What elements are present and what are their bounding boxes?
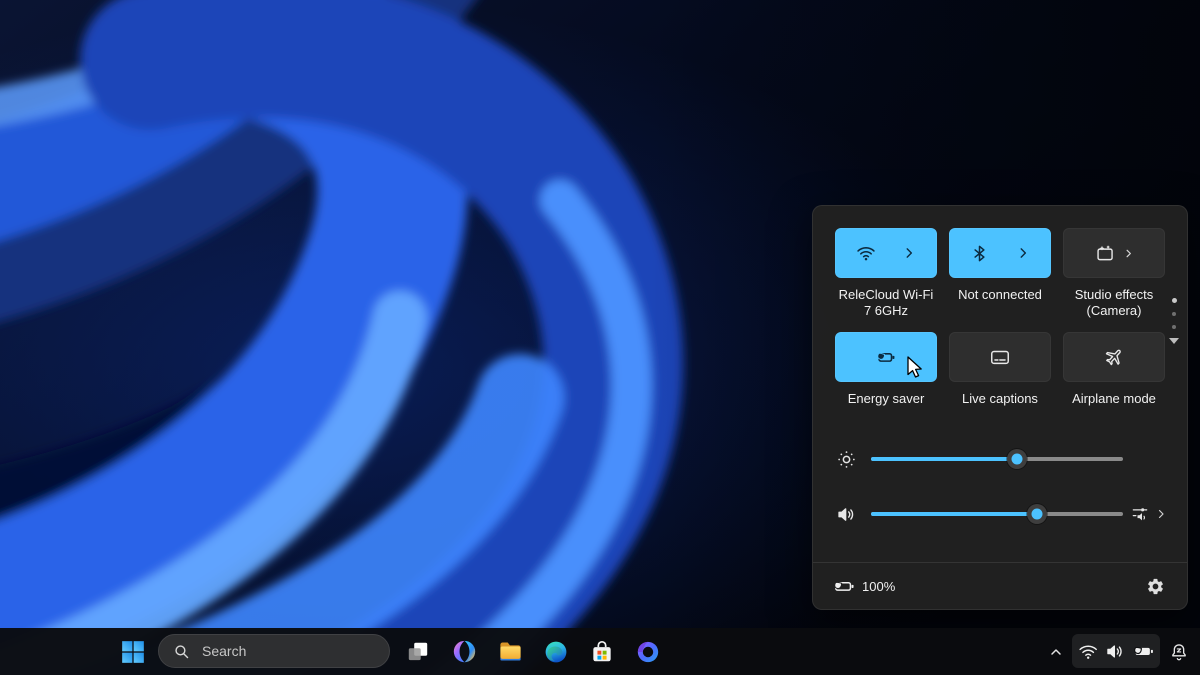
wifi-expand-chevron-icon[interactable]: [902, 246, 916, 260]
studio-effects-tile[interactable]: [1063, 228, 1165, 278]
pager-dot: [1172, 325, 1176, 329]
brightness-sun-icon: [837, 450, 855, 468]
live-captions-tile[interactable]: [949, 332, 1051, 382]
quick-settings-footer: 100%: [813, 562, 1187, 609]
slider-fill: [871, 457, 1018, 461]
tray-overflow-chevron-button[interactable]: [1038, 631, 1074, 672]
bluetooth-tile-label: Not connected: [958, 287, 1042, 302]
wifi-icon: [857, 247, 875, 261]
studio-effects-icon: [1096, 245, 1113, 260]
copilot-icon: [453, 640, 475, 663]
microsoft-store-button[interactable]: [581, 631, 623, 672]
microsoft-store-icon: [593, 640, 611, 661]
edit-quick-settings-gear-button[interactable]: [1142, 573, 1169, 600]
tray-volume-icon: [1107, 644, 1122, 658]
slider-fill: [871, 512, 1038, 516]
search-input[interactable]: [200, 642, 364, 660]
live-captions-icon: [991, 350, 1009, 365]
microsoft-365-icon: [637, 641, 659, 662]
sound-output-mixer-icon: [1132, 508, 1148, 521]
studio-effects-chevron-icon[interactable]: [1123, 248, 1134, 259]
sound-output-button[interactable]: [1128, 502, 1152, 526]
pager-dot: [1172, 312, 1176, 316]
battery-percent-label: 100%: [862, 578, 896, 594]
volume-row: [835, 502, 1167, 526]
chevron-up-icon: [1051, 648, 1061, 655]
airplane-mode-tile[interactable]: [1063, 332, 1165, 382]
volume-slider[interactable]: [871, 502, 1123, 526]
wifi-tile[interactable]: [835, 228, 937, 278]
edge-button[interactable]: [535, 631, 577, 672]
quick-settings-pager: [1169, 298, 1179, 344]
start-button[interactable]: [112, 631, 154, 672]
studio-effects-tile-label: Studio effects (Camera): [1074, 287, 1154, 318]
search-icon: [175, 644, 189, 658]
bluetooth-tile[interactable]: [949, 228, 1051, 278]
taskbar-search-box[interactable]: [158, 634, 390, 668]
desktop: { "colors": { "accent": "#4cc2ff", "pane…: [0, 0, 1200, 675]
notification-center-button[interactable]: [1160, 631, 1198, 672]
live-captions-tile-label: Live captions: [962, 391, 1038, 406]
battery-status[interactable]: 100%: [833, 575, 895, 597]
tray-battery-energy-saver-icon: [1133, 646, 1153, 655]
tray-wifi-icon: [1079, 645, 1097, 659]
file-explorer-folder-icon: [499, 642, 521, 661]
edge-browser-icon: [545, 641, 567, 662]
taskbar: [0, 628, 1200, 675]
slider-thumb[interactable]: [1007, 449, 1028, 469]
quick-settings-tiles-section: ReleCloud Wi-Fi 7 6GHz Not connected Stu…: [813, 206, 1187, 411]
quick-settings-panel: ReleCloud Wi-Fi 7 6GHz Not connected Stu…: [812, 205, 1188, 610]
airplane-icon: [1105, 349, 1121, 366]
microsoft-365-button[interactable]: [627, 631, 669, 672]
volume-speaker-icon: [837, 507, 853, 521]
slider-thumb[interactable]: [1027, 504, 1048, 524]
task-view-icon: [408, 642, 428, 660]
energy-saver-icon: [877, 352, 895, 362]
do-not-disturb-bell-icon: [1172, 643, 1186, 660]
energy-saver-tile-label: Energy saver: [847, 391, 925, 406]
quick-settings-tray-button[interactable]: [1072, 634, 1160, 668]
brightness-slider[interactable]: [871, 447, 1123, 471]
bluetooth-expand-chevron-icon[interactable]: [1016, 246, 1030, 260]
file-explorer-button[interactable]: [489, 631, 531, 672]
bluetooth-icon: [974, 245, 985, 261]
quick-settings-sliders-section: [813, 411, 1187, 562]
battery-energy-saver-icon: [834, 581, 854, 591]
airplane-mode-tile-label: Airplane mode: [1072, 391, 1156, 406]
pager-dot-current: [1171, 298, 1177, 303]
pager-expand-caret-icon[interactable]: [1169, 338, 1179, 344]
copilot-button[interactable]: [443, 631, 485, 672]
task-view-button[interactable]: [397, 631, 439, 672]
windows-start-icon: [122, 640, 144, 663]
energy-saver-tile[interactable]: [835, 332, 937, 382]
brightness-row: [835, 447, 1167, 471]
wifi-tile-label: ReleCloud Wi-Fi 7 6GHz: [838, 287, 934, 318]
sound-output-chevron-icon[interactable]: [1155, 508, 1167, 520]
settings-gear-icon: [1148, 578, 1163, 594]
